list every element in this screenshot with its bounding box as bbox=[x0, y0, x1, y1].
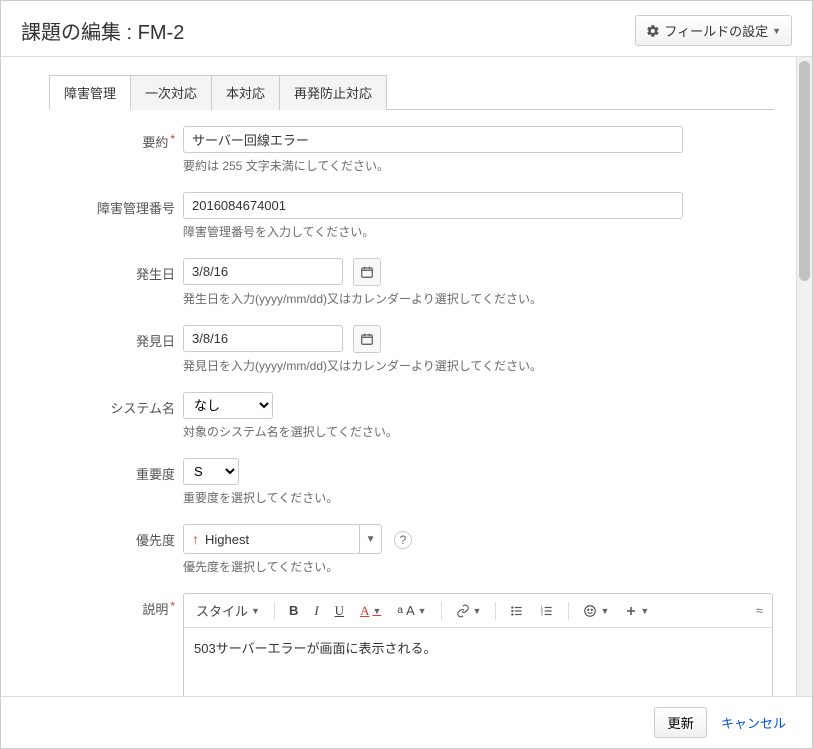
label-priority: 優先度 bbox=[23, 524, 183, 587]
label-found-date: 発見日 bbox=[23, 325, 183, 386]
toolbar-style-dropdown[interactable]: スタイル▼ bbox=[190, 598, 266, 623]
scrollbar-thumb[interactable] bbox=[799, 61, 810, 281]
label-description: 説明 bbox=[23, 593, 183, 696]
calendar-icon bbox=[360, 332, 374, 346]
incident-no-input[interactable] bbox=[183, 192, 683, 219]
severity-select[interactable]: S bbox=[183, 458, 239, 485]
link-icon bbox=[456, 604, 470, 618]
cancel-button[interactable]: キャンセル bbox=[713, 708, 794, 737]
dialog-title: 課題の編集 : FM-2 bbox=[21, 16, 184, 45]
priority-select[interactable]: ↑ Highest ▼ bbox=[183, 524, 382, 554]
tab-main[interactable]: 本対応 bbox=[212, 76, 279, 109]
label-occur-date: 発生日 bbox=[23, 258, 183, 319]
tab-primary[interactable]: 一次対応 bbox=[131, 76, 211, 109]
edit-issue-dialog: 課題の編集 : FM-2 フィールドの設定 ▼ 障害管理 一次対応 本対応 再発… bbox=[0, 0, 813, 749]
toolbar-bold-button[interactable]: B bbox=[283, 600, 304, 621]
hint-found-date: 発見日を入力(yyyy/mm/dd)又はカレンダーより選択してください。 bbox=[183, 357, 774, 374]
occur-date-input[interactable] bbox=[183, 258, 343, 285]
hint-severity: 重要度を選択してください。 bbox=[183, 489, 774, 506]
submit-button[interactable]: 更新 bbox=[654, 707, 707, 738]
toolbar-underline-button[interactable]: U bbox=[329, 600, 350, 622]
toolbar-expand-button[interactable]: ≈ bbox=[750, 600, 766, 621]
toolbar-bullet-list-button[interactable] bbox=[504, 601, 530, 621]
tab-prevention[interactable]: 再発防止対応 bbox=[280, 76, 386, 109]
description-editor: スタイル▼ B I U A▼ aA▼ ▼ bbox=[183, 593, 773, 696]
dialog-body: 障害管理 一次対応 本対応 再発防止対応 要約 要約は 255 文字未満にしてく… bbox=[1, 57, 796, 696]
toolbar-more-format-button[interactable]: aA▼ bbox=[391, 600, 432, 621]
svg-text:3: 3 bbox=[541, 611, 544, 616]
dialog-footer: 更新 キャンセル bbox=[1, 696, 812, 748]
summary-input[interactable] bbox=[183, 126, 683, 153]
bullet-list-icon bbox=[510, 604, 524, 618]
hint-system: 対象のシステム名を選択してください。 bbox=[183, 423, 774, 440]
hint-priority: 優先度を選択してください。 bbox=[183, 558, 774, 575]
label-system: システム名 bbox=[23, 392, 183, 452]
system-select[interactable]: なし bbox=[183, 392, 273, 419]
plus-icon bbox=[625, 605, 637, 617]
chevron-double-icon: ≈ bbox=[756, 603, 760, 618]
priority-highest-icon: ↑ bbox=[184, 531, 205, 547]
configure-fields-button[interactable]: フィールドの設定 ▼ bbox=[635, 15, 792, 46]
label-severity: 重要度 bbox=[23, 458, 183, 518]
label-summary: 要約 bbox=[23, 126, 183, 186]
toolbar-number-list-button[interactable]: 123 bbox=[534, 601, 560, 621]
dialog-header: 課題の編集 : FM-2 フィールドの設定 ▼ bbox=[1, 1, 812, 57]
vertical-scrollbar[interactable] bbox=[796, 57, 812, 696]
number-list-icon: 123 bbox=[540, 604, 554, 618]
description-textarea[interactable]: 503サーバーエラーが画面に表示される。 bbox=[184, 628, 772, 696]
caret-down-icon: ▼ bbox=[772, 26, 781, 36]
emoji-icon bbox=[583, 604, 597, 618]
hint-incident-no: 障害管理番号を入力してください。 bbox=[183, 223, 774, 240]
toolbar-insert-button[interactable]: ▼ bbox=[619, 602, 655, 620]
label-incident-no: 障害管理番号 bbox=[23, 192, 183, 252]
hint-occur-date: 発生日を入力(yyyy/mm/dd)又はカレンダーより選択してください。 bbox=[183, 290, 774, 307]
toolbar-italic-button[interactable]: I bbox=[308, 600, 324, 622]
toolbar-emoji-button[interactable]: ▼ bbox=[577, 601, 615, 621]
calendar-icon bbox=[360, 265, 374, 279]
tab-incident[interactable]: 障害管理 bbox=[50, 76, 130, 109]
toolbar-link-button[interactable]: ▼ bbox=[450, 601, 488, 621]
found-date-input[interactable] bbox=[183, 325, 343, 352]
hint-summary: 要約は 255 文字未満にしてください。 bbox=[183, 157, 774, 174]
priority-help-icon[interactable]: ? bbox=[394, 531, 412, 549]
occur-date-calendar-button[interactable] bbox=[353, 258, 381, 286]
editor-toolbar: スタイル▼ B I U A▼ aA▼ ▼ bbox=[184, 594, 772, 628]
toolbar-textcolor-button[interactable]: A▼ bbox=[354, 600, 387, 622]
tabs: 障害管理 一次対応 本対応 再発防止対応 bbox=[49, 75, 774, 110]
chevron-down-icon: ▼ bbox=[359, 525, 381, 553]
found-date-calendar-button[interactable] bbox=[353, 325, 381, 353]
gear-icon bbox=[646, 24, 660, 38]
